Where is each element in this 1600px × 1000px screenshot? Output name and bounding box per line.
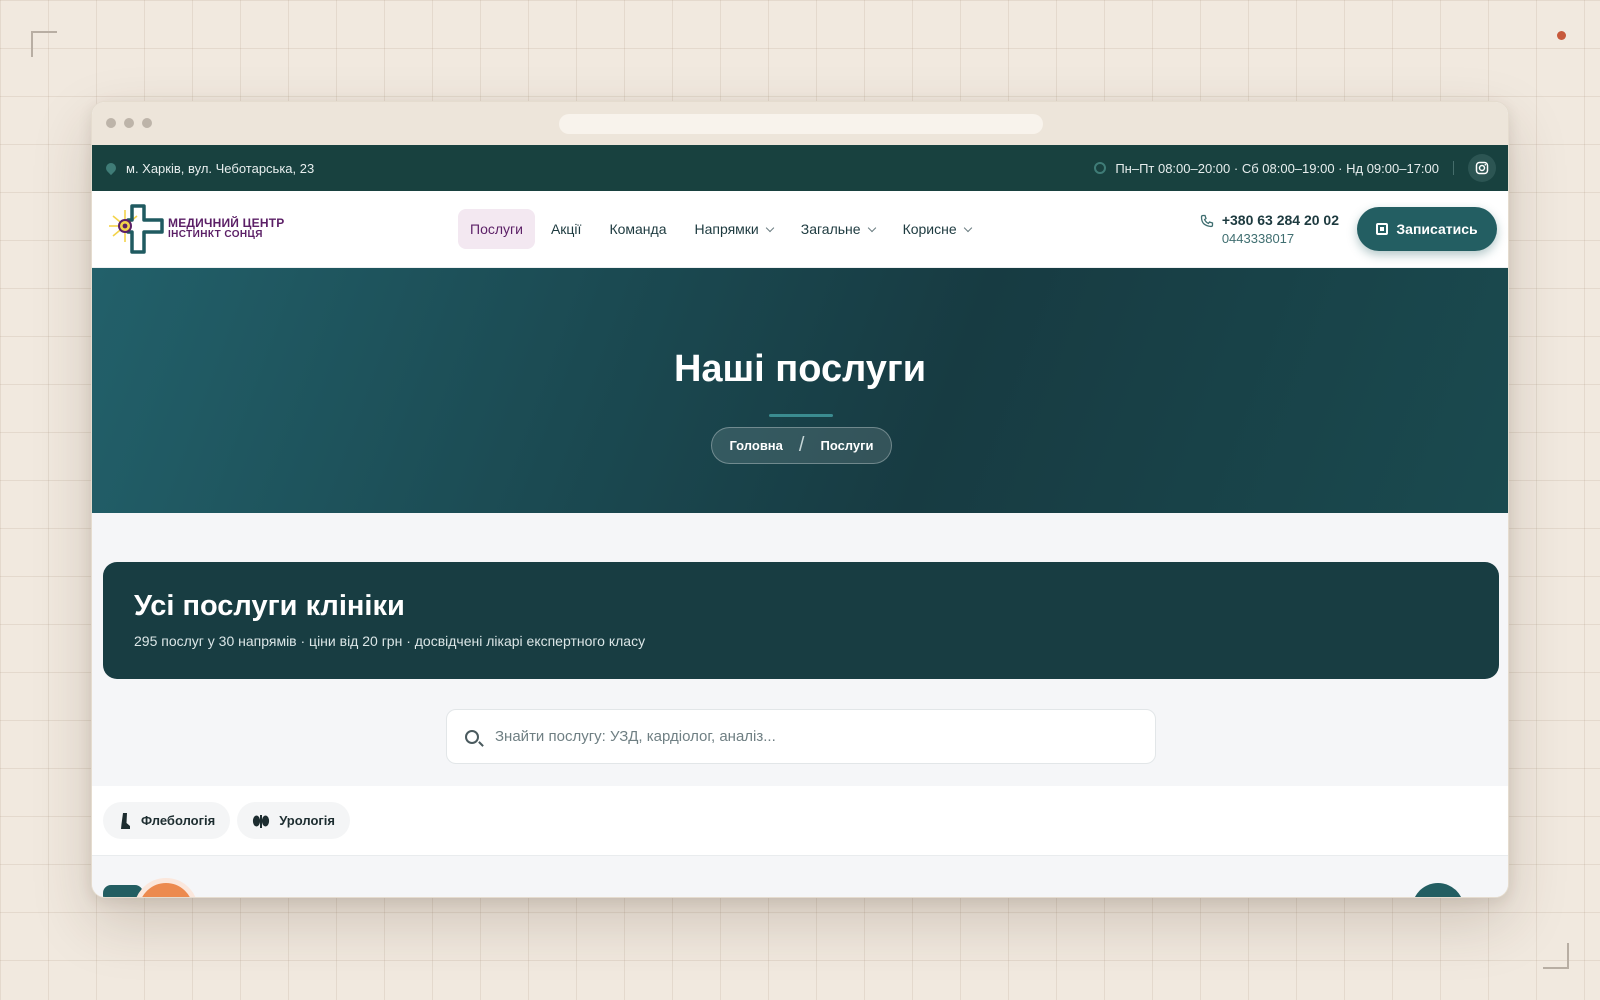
chevron-down-icon — [765, 223, 774, 232]
breadcrumb-home[interactable]: Головна — [729, 438, 782, 453]
nav-item-label: Акції — [550, 221, 582, 237]
main-navbar: МЕДИЧНИЙ ЦЕНТР ІНСТИНКТ СОНЦЯ Послуги Ак… — [92, 191, 1508, 268]
book-button-label: Записатись — [1396, 221, 1478, 237]
nav-item-services[interactable]: Послуги — [458, 209, 535, 249]
search-input[interactable] — [495, 728, 1137, 745]
instagram-icon[interactable] — [1468, 154, 1496, 182]
nav-item-label: Напрямки — [694, 221, 759, 237]
search-icon — [465, 729, 479, 744]
filter-chip-phlebology[interactable]: Флебологія — [103, 802, 231, 839]
banner-title: Усі послуги клініки — [134, 590, 405, 622]
sun-cross-logo-icon — [109, 204, 164, 254]
floating-action-button[interactable] — [1412, 883, 1464, 897]
window-close-dot[interactable] — [106, 118, 116, 128]
address-bar[interactable] — [559, 114, 1043, 134]
kidneys-icon — [253, 814, 270, 828]
clock-icon — [1094, 162, 1107, 174]
calendar-icon — [1376, 223, 1389, 235]
service-search-box[interactable] — [446, 709, 1156, 764]
window-maximize-dot[interactable] — [142, 118, 152, 128]
divider — [1453, 161, 1454, 175]
window-minimize-dot[interactable] — [124, 118, 134, 128]
logo-subtitle: ІНСТИНКТ СОНЦЯ — [168, 229, 263, 240]
browser-chrome — [92, 102, 1508, 145]
filter-chip-urology[interactable]: Урологія — [237, 802, 351, 839]
main-menu: Послуги Акції Команда Напрямки Загальне … — [458, 209, 983, 249]
breadcrumb-separator: / — [798, 434, 805, 456]
filter-chip-label: Урологія — [279, 813, 336, 828]
leg-icon — [121, 812, 130, 829]
working-hours: Пн–Пт 08:00–20:00 · Сб 08:00–19:00 · Нд … — [1115, 160, 1439, 176]
services-banner: Усі послуги клініки 295 послуг у 30 напр… — [103, 562, 1499, 679]
location-pin-icon — [103, 160, 119, 176]
nav-item-label: Загальне — [800, 221, 861, 237]
breadcrumb-current: Послуги — [820, 438, 874, 453]
page-title: Наші послуги — [673, 348, 927, 390]
status-dot — [1557, 31, 1566, 40]
logo-title: МЕДИЧНИЙ ЦЕНТР — [168, 216, 285, 230]
nav-item-team[interactable]: Команда — [597, 209, 678, 249]
banner-subtitle: 295 послуг у 30 напрямів · ціни від 20 г… — [134, 633, 646, 649]
nav-item-label: Послуги — [470, 221, 523, 237]
nav-item-directions[interactable]: Напрямки — [682, 209, 784, 249]
nav-item-general[interactable]: Загальне — [789, 209, 887, 249]
nav-item-useful[interactable]: Корисне — [891, 209, 983, 249]
category-filter-bar: Флебологія Урологія — [92, 786, 1508, 856]
frame-corner-top-left — [31, 31, 57, 57]
clinic-logo[interactable]: МЕДИЧНИЙ ЦЕНТР ІНСТИНКТ СОНЦЯ — [108, 202, 458, 256]
service-avatar-peek — [134, 878, 198, 897]
chevron-down-icon — [867, 223, 876, 232]
nav-item-label: Корисне — [902, 221, 957, 237]
nav-item-promotions[interactable]: Акції — [539, 209, 593, 249]
contact-phones: +380 63 284 20 02 0443338017 — [1200, 212, 1339, 246]
page-hero: Наші послуги Головна / Послуги — [92, 268, 1508, 513]
services-content: Усі послуги клініки 295 послуг у 30 напр… — [92, 513, 1508, 897]
chevron-down-icon — [963, 223, 972, 232]
frame-corner-bottom-right — [1543, 943, 1569, 969]
title-underline — [769, 414, 833, 417]
book-appointment-button[interactable]: Записатись — [1357, 207, 1497, 251]
nav-item-label: Команда — [609, 221, 667, 237]
phone-secondary[interactable]: 0443338017 — [1222, 231, 1339, 246]
browser-window: м. Харків, вул. Чеботарська, 23 Пн–Пт 08… — [91, 101, 1509, 898]
phone-icon — [1200, 214, 1213, 228]
clinic-address: м. Харків, вул. Чеботарська, 23 — [126, 160, 315, 176]
top-info-bar: м. Харків, вул. Чеботарська, 23 Пн–Пт 08… — [92, 145, 1508, 191]
phone-primary[interactable]: +380 63 284 20 02 — [1222, 212, 1339, 228]
breadcrumb: Головна / Послуги — [711, 427, 892, 464]
filter-chip-label: Флебологія — [141, 813, 216, 828]
